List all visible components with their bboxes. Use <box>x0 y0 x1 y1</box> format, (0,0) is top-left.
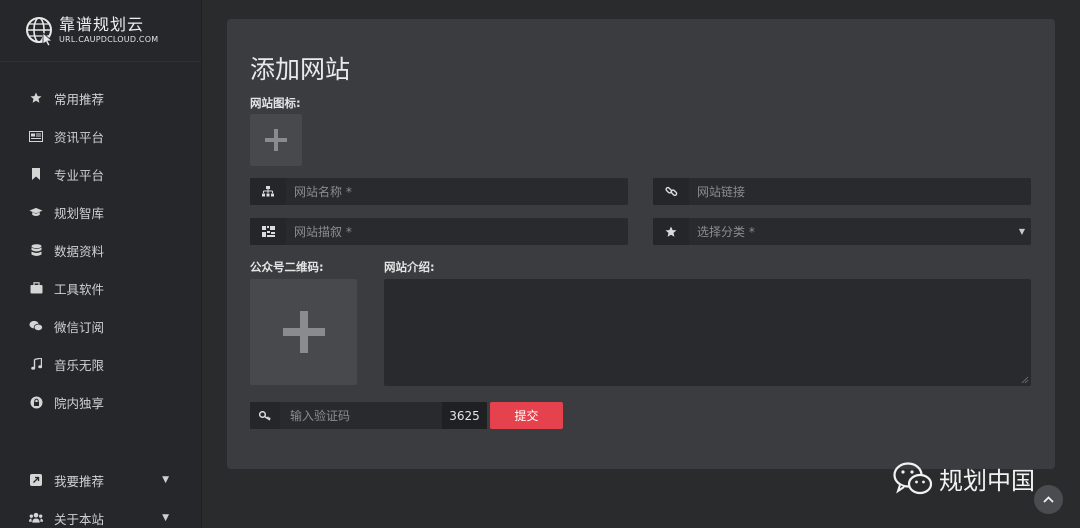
sidebar-item-music[interactable]: 音乐无限 <box>0 345 202 383</box>
category-select[interactable]: 选择分类 * ▼ <box>653 218 1031 245</box>
sidebar-item-data[interactable]: 数据资料 <box>0 231 202 269</box>
bookmark-icon <box>29 167 43 181</box>
plus-icon <box>282 311 325 353</box>
sidebar-item-label: 规划智库 <box>54 205 105 221</box>
sidebar-item-common[interactable]: 常用推荐 <box>0 79 202 117</box>
qr-upload[interactable] <box>250 279 357 385</box>
watermark-text: 规划中国 <box>939 467 1035 495</box>
site-name-field[interactable]: 网站名称 * <box>250 178 628 205</box>
sidebar-item-label: 院内独享 <box>54 395 105 411</box>
wechat-icon <box>29 319 43 333</box>
brand-url: URL.CAUPDCLOUD.COM <box>59 35 159 44</box>
plus-icon <box>265 129 287 151</box>
sidebar-item-about[interactable]: 关于本站 ▼ <box>0 499 202 528</box>
site-name-input[interactable]: 网站名称 * <box>286 183 628 200</box>
sidebar-item-news[interactable]: 资讯平台 <box>0 117 202 155</box>
page-title: 添加网站 <box>250 55 351 84</box>
sitemap-icon <box>250 178 286 205</box>
key-icon <box>250 402 280 429</box>
database-icon <box>29 243 43 257</box>
site-desc-input[interactable]: 网站描叙 * <box>286 223 628 240</box>
intro-label: 网站介绍: <box>384 260 435 274</box>
sidebar-item-label: 常用推荐 <box>54 91 105 107</box>
sidebar-item-label: 我要推荐 <box>54 473 105 489</box>
sidebar-item-label: 关于本站 <box>54 511 105 527</box>
globe-logo-icon <box>26 16 54 46</box>
wechat-logo-icon <box>893 461 933 494</box>
sidebar-item-label: 工具软件 <box>54 281 105 297</box>
chevron-down-icon: ▼ <box>1018 227 1025 236</box>
sidebar-item-professional[interactable]: 专业平台 <box>0 155 202 193</box>
chevron-up-icon <box>1043 496 1054 503</box>
watermark: 规划中国 <box>893 461 1035 496</box>
sidebar-item-internal[interactable]: 院内独享 <box>0 383 202 421</box>
link-icon <box>653 178 689 205</box>
star-icon <box>29 91 43 105</box>
site-desc-field[interactable]: 网站描叙 * <box>250 218 628 245</box>
sidebar-item-recommend[interactable]: 我要推荐 ▼ <box>0 461 202 499</box>
qrcode-icon <box>250 218 286 245</box>
chevron-down-icon: ▼ <box>162 513 169 523</box>
sidebar-item-label: 音乐无限 <box>54 357 105 373</box>
site-link-field[interactable]: 网站链接 <box>653 178 1031 205</box>
sidebar-item-wechat[interactable]: 微信订阅 <box>0 307 202 345</box>
graduation-cap-icon <box>29 205 43 219</box>
site-link-input[interactable]: 网站链接 <box>689 183 1031 200</box>
newspaper-icon <box>29 129 43 143</box>
resize-handle-icon[interactable] <box>1021 376 1029 384</box>
sidebar-item-label: 微信订阅 <box>54 319 105 335</box>
site-intro-textarea[interactable] <box>384 279 1031 386</box>
briefcase-icon <box>29 281 43 295</box>
category-select-value: 选择分类 * <box>697 225 755 239</box>
add-site-card: 添加网站 网站图标: 网站名称 * 网站链接 网站描叙 * 选择分类 * ▼ 公… <box>227 19 1055 469</box>
chevron-down-icon: ▼ <box>162 475 169 485</box>
submit-button[interactable]: 提交 <box>490 402 563 429</box>
sidebar-item-tools[interactable]: 工具软件 <box>0 269 202 307</box>
sidebar-item-label: 资讯平台 <box>54 129 105 145</box>
sidebar-item-thinktank[interactable]: 规划智库 <box>0 193 202 231</box>
qr-label: 公众号二维码: <box>250 260 324 274</box>
brand-name: 靠谱规划云 <box>59 15 145 34</box>
star-icon <box>653 218 689 245</box>
sidebar-item-label: 专业平台 <box>54 167 105 183</box>
brand[interactable]: 靠谱规划云 URL.CAUPDCLOUD.COM <box>0 0 201 62</box>
sidebar-nav: 常用推荐 资讯平台 专业平台 规划智库 数据资料 工具软件 微信订阅 音乐无限 … <box>0 79 202 421</box>
sidebar-item-label: 数据资料 <box>54 243 105 259</box>
sidebar: 靠谱规划云 URL.CAUPDCLOUD.COM 常用推荐 资讯平台 专业平台 <box>0 0 202 528</box>
users-icon <box>29 511 43 525</box>
external-link-icon <box>29 473 43 487</box>
captcha-field[interactable]: 输入验证码 3625 <box>250 402 487 429</box>
site-icon-upload[interactable] <box>250 114 302 166</box>
sidebar-bottom-nav: 我要推荐 ▼ 关于本站 ▼ <box>0 461 202 528</box>
lock-circle-icon <box>29 395 43 409</box>
captcha-input[interactable]: 输入验证码 <box>280 407 442 424</box>
music-icon <box>29 357 43 371</box>
captcha-code[interactable]: 3625 <box>442 402 487 429</box>
scroll-to-top-button[interactable] <box>1034 485 1063 514</box>
site-icon-label: 网站图标: <box>250 96 301 110</box>
